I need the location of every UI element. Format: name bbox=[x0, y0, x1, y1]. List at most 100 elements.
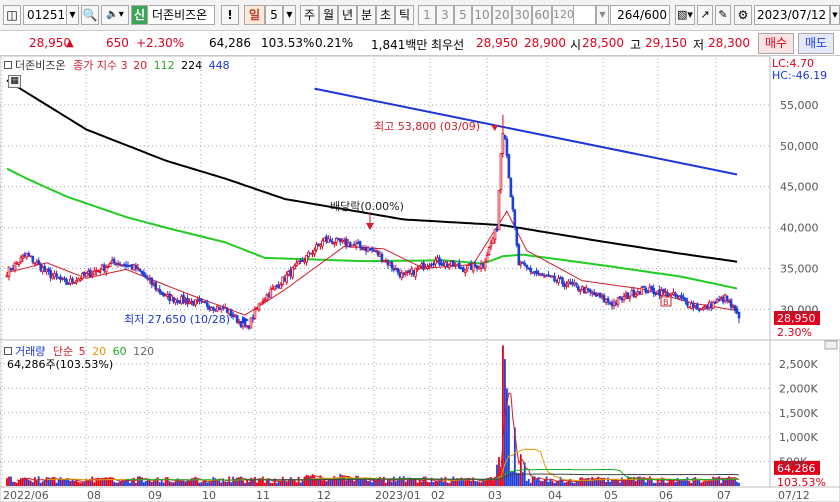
volume-bar bbox=[678, 479, 681, 486]
volume-bar bbox=[285, 481, 288, 486]
candle-body bbox=[499, 153, 503, 191]
candle-body bbox=[334, 237, 338, 243]
volume-bar bbox=[117, 482, 119, 486]
volume-bar bbox=[444, 476, 447, 486]
count-field[interactable]: 264/600 bbox=[610, 5, 670, 25]
interval-20[interactable]: 20 bbox=[492, 5, 512, 25]
period-dropdown-icon[interactable]: ▼ bbox=[283, 5, 296, 25]
candle-body bbox=[49, 269, 52, 278]
stock-name-field[interactable]: 더존비즈온 bbox=[149, 5, 215, 25]
candle-body bbox=[398, 271, 402, 277]
stock-chart[interactable]: 최고 53,800 (03/09) 최저 27,650 (10/28) 배당락(0.… bbox=[0, 56, 840, 502]
candle-body bbox=[380, 253, 384, 262]
candle-body bbox=[5, 275, 9, 278]
candle-body bbox=[208, 306, 211, 310]
stock-code-input[interactable]: 012510 bbox=[23, 5, 67, 25]
volume-ma20-line bbox=[46, 448, 740, 482]
candle-body bbox=[406, 271, 410, 273]
tab-year[interactable]: 년 bbox=[338, 5, 357, 25]
volume-collapse-icon[interactable] bbox=[4, 347, 12, 355]
volume-bar bbox=[115, 482, 117, 486]
interval-5[interactable]: 5 bbox=[454, 5, 472, 25]
volume-bar bbox=[246, 479, 248, 486]
candle-body bbox=[303, 260, 306, 263]
volume-bar bbox=[698, 479, 701, 486]
volume-bar bbox=[93, 482, 96, 486]
buy-button[interactable]: 매수 bbox=[758, 33, 794, 54]
gear-icon[interactable]: ⚙ bbox=[734, 5, 752, 25]
sell-button[interactable]: 매도 bbox=[798, 33, 834, 54]
tab-minute[interactable]: 분 bbox=[357, 5, 376, 25]
candle-settings-icon[interactable]: ▧▾ bbox=[675, 5, 695, 25]
volume-bar bbox=[563, 482, 566, 486]
interval-dropdown-icon[interactable]: ▼ bbox=[596, 5, 609, 25]
date-tick-label: 04 bbox=[548, 489, 562, 502]
candle-body bbox=[346, 242, 350, 247]
trend-line-icon[interactable]: ↗ bbox=[697, 5, 713, 25]
candle-body bbox=[702, 307, 705, 310]
candle-body bbox=[454, 264, 457, 267]
candle-body bbox=[620, 297, 624, 301]
interval-custom-field[interactable] bbox=[574, 5, 596, 25]
candle-body bbox=[493, 228, 497, 241]
interval-30[interactable]: 30 bbox=[512, 5, 532, 25]
candle-body bbox=[628, 295, 632, 299]
date-field[interactable]: 2023/07/12 bbox=[754, 5, 830, 25]
volume-bar bbox=[551, 480, 554, 486]
period-day-button[interactable]: 일 bbox=[244, 5, 265, 25]
candle-body bbox=[263, 299, 267, 301]
date-dropdown-icon[interactable]: ▼ bbox=[830, 5, 840, 25]
candle-body bbox=[733, 305, 737, 311]
candle-body bbox=[194, 299, 197, 306]
interval-3[interactable]: 3 bbox=[436, 5, 454, 25]
tab-month[interactable]: 월 bbox=[319, 5, 338, 25]
candle-body bbox=[374, 249, 378, 252]
interval-10[interactable]: 10 bbox=[472, 5, 492, 25]
candle-body bbox=[317, 243, 320, 246]
volume-bar bbox=[438, 481, 441, 486]
volume-bar bbox=[658, 482, 661, 486]
candle-body bbox=[120, 264, 124, 267]
volume-summary: 64,286주(103.53%) bbox=[7, 358, 114, 371]
chart-type-icon[interactable]: ◫ bbox=[3, 5, 21, 25]
volume-bar bbox=[21, 477, 24, 486]
volume-bar bbox=[694, 477, 697, 486]
volume-bar bbox=[8, 476, 10, 486]
candle-body bbox=[438, 257, 441, 265]
candle-body bbox=[301, 260, 304, 262]
candle-body bbox=[384, 260, 388, 263]
drawing-tool-icon[interactable]: ✎ bbox=[715, 5, 731, 25]
tab-second[interactable]: 초 bbox=[376, 5, 395, 25]
code-dropdown-icon[interactable]: ▼ bbox=[66, 5, 79, 25]
candle-body bbox=[682, 296, 685, 300]
candle-body bbox=[424, 266, 427, 270]
candle-body bbox=[309, 252, 312, 255]
change-value: 650 bbox=[106, 36, 129, 50]
sound-icon[interactable]: 🔈▾ bbox=[101, 5, 129, 25]
candle-body bbox=[130, 264, 134, 270]
candle-body bbox=[358, 241, 362, 248]
period-value-input[interactable]: 5 bbox=[265, 5, 283, 25]
volume-bar bbox=[517, 473, 520, 486]
open-label: 시 bbox=[570, 38, 582, 52]
collapse-icon[interactable] bbox=[4, 61, 12, 69]
interval-120[interactable]: 120 bbox=[552, 5, 574, 25]
tab-tick[interactable]: 틱 bbox=[395, 5, 414, 25]
candle-body bbox=[598, 292, 602, 298]
volume-tick-label: 1,000K bbox=[779, 431, 818, 444]
interval-60[interactable]: 60 bbox=[532, 5, 552, 25]
alert-button[interactable]: ! bbox=[221, 5, 239, 25]
candle-body bbox=[182, 294, 185, 304]
search-icon[interactable]: 🔍 bbox=[81, 5, 99, 25]
candle-body bbox=[721, 296, 725, 303]
candle-body bbox=[285, 274, 289, 283]
price-tick-label: 50,000 bbox=[780, 140, 819, 153]
volume-ratio: 103.53% bbox=[261, 36, 315, 50]
volume-bar bbox=[652, 482, 655, 486]
table-icon[interactable]: ▦ bbox=[8, 75, 21, 88]
candle-body bbox=[321, 240, 324, 247]
candle-body bbox=[43, 266, 46, 272]
interval-1[interactable]: 1 bbox=[418, 5, 436, 25]
tab-week[interactable]: 주 bbox=[300, 5, 319, 25]
candle-body bbox=[327, 238, 330, 243]
